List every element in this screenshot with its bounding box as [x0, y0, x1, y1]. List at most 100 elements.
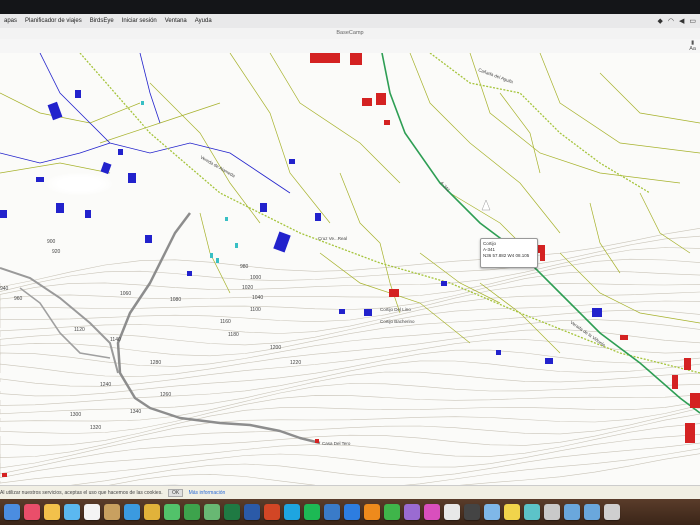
dock-facetime-icon[interactable] [184, 504, 200, 520]
contour-elevation-label: 1000 [250, 275, 261, 281]
contour-elevation-label: 1160 [220, 319, 231, 325]
menu-item-mapas[interactable]: apas [0, 18, 21, 24]
contour-elevation-label: 940 [0, 286, 9, 292]
map-view[interactable]: Cruz Ve...Real Cortijo Del Lino Cortijo … [0, 53, 700, 485]
dock-folder-icon[interactable] [564, 504, 580, 520]
contour-elevation-label: 1080 [170, 297, 181, 303]
contour-line [0, 228, 700, 288]
contour-line [0, 407, 700, 469]
dock-app2-icon[interactable] [444, 504, 460, 520]
dock-calendar-icon[interactable] [84, 504, 100, 520]
cookie-bar: Al utilizar nuestros servicios, aceptas … [0, 485, 700, 500]
dock-app-icon[interactable] [404, 504, 420, 520]
dock [0, 499, 700, 525]
place-label-cruz: Cruz Ve...Real [318, 236, 347, 241]
contour-elevation-label: 1340 [130, 409, 141, 415]
dock-dropbox-icon[interactable] [344, 504, 360, 520]
contour-line [0, 423, 700, 479]
dock-word-icon[interactable] [244, 504, 260, 520]
water-features [0, 53, 291, 194]
dock-app3-icon[interactable] [464, 504, 480, 520]
dock-safari-icon[interactable] [124, 504, 140, 520]
map-canvas[interactable]: Cruz Ve...Real Cortijo Del Lino Cortijo … [0, 53, 700, 485]
dock-chrome-icon[interactable] [144, 504, 160, 520]
contour-line [0, 247, 700, 301]
gps-track-branch-2[interactable] [19, 287, 111, 359]
map-labels: Cruz Ve...Real Cortijo Del Lino Cortijo … [200, 67, 607, 446]
contour-line [161, 453, 700, 485]
place-label-cortijo-lino: Cortijo Del Lino [380, 307, 411, 312]
contour-elevation-label: 1200 [270, 345, 281, 351]
contour-line [70, 442, 700, 485]
map-popup[interactable]: Cortijo A-341 N36 57.882 W4 08.105 [480, 238, 538, 268]
gps-track[interactable] [116, 212, 321, 445]
contour-elevation-label: 1120 [74, 327, 85, 333]
battery-icon[interactable]: ▭ [689, 17, 696, 25]
dock-vlc-icon[interactable] [364, 504, 380, 520]
dock-folder2-icon[interactable] [584, 504, 600, 520]
cookie-text: Al utilizar nuestros servicios, aceptas … [0, 490, 163, 496]
dock-skype-icon[interactable] [284, 504, 300, 520]
dock-finder-icon[interactable] [4, 504, 20, 520]
contour-line [108, 448, 700, 485]
dock-maps-icon[interactable] [204, 504, 220, 520]
contour-elevation-label: 920 [52, 249, 61, 255]
contour-elevation-label: 1300 [70, 412, 81, 418]
contour-elevation-label: 1020 [242, 285, 253, 291]
place-label-cortijo-bacherino: Cortijo Bacherino [380, 319, 415, 324]
contour-elevation-label: 1180 [228, 332, 239, 338]
contour-elevation-label: 1240 [100, 382, 111, 388]
place-label-canada-aguila: Cañada del Aguila [478, 67, 515, 84]
road-label-vereda-alameda: Vereda de Alameda [200, 155, 237, 179]
status-icons: ◆ ◠ ◀ ▭ [657, 14, 696, 28]
contour-elevation-label: 1100 [250, 307, 261, 313]
contour-line [0, 258, 700, 310]
dock-app5-icon[interactable] [504, 504, 520, 520]
dock-messages-icon[interactable] [164, 504, 180, 520]
text-size-label: Aa [689, 46, 696, 52]
dock-powerpoint-icon[interactable] [264, 504, 280, 520]
dock-music-icon[interactable] [24, 504, 40, 520]
dock-app6-icon[interactable] [524, 504, 540, 520]
contour-elevation-label: 960 [14, 296, 23, 302]
dock-evernote-icon[interactable] [384, 504, 400, 520]
popup-coords: N36 57.882 W4 08.105 [483, 253, 530, 258]
dock-spotify-icon[interactable] [304, 504, 320, 520]
dock-excel-icon[interactable] [224, 504, 240, 520]
cookie-more-link[interactable]: Más información [189, 490, 226, 496]
place-label-casa-tero: Casa Del Tero [322, 441, 351, 446]
toolbar: ▮ Aa [0, 39, 700, 54]
menu-item-planificador[interactable]: Planificador de viajes [21, 18, 86, 24]
dock-contacts-icon[interactable] [104, 504, 120, 520]
contour-elevation-label: 1040 [252, 295, 263, 301]
dock-app4-icon[interactable] [484, 504, 500, 520]
wifi-icon[interactable]: ◠ [668, 17, 674, 25]
menu-item-ventana[interactable]: Ventana [161, 18, 191, 24]
dropbox-icon[interactable]: ◆ [657, 17, 662, 25]
volume-icon[interactable]: ◀ [679, 17, 684, 25]
menu-item-iniciar-sesion[interactable]: Iniciar sesión [118, 18, 161, 24]
menu-item-birdseye[interactable]: BirdsEye [86, 18, 118, 24]
dock-photos-icon[interactable] [44, 504, 60, 520]
dashed-tracks [79, 53, 700, 374]
dock-mail-icon[interactable] [64, 504, 80, 520]
screen-bezel [0, 0, 700, 14]
road-label-a341: A-341 [439, 180, 451, 193]
cookie-ok-button[interactable]: OK [167, 489, 184, 497]
dock-trash-icon[interactable] [604, 504, 620, 520]
contour-elevation-label: 1260 [160, 392, 171, 398]
dock-app7-icon[interactable] [544, 504, 560, 520]
contour-elevation-label: 980 [240, 264, 249, 270]
contour-elevation-label: 1060 [120, 291, 131, 297]
menu-item-ayuda[interactable]: Ayuda [191, 18, 216, 24]
screen-glare [46, 173, 112, 195]
contour-elevation-label: 1140 [110, 337, 121, 343]
dock-basecamp-icon[interactable] [324, 504, 340, 520]
contour-line [0, 309, 700, 357]
text-size-button[interactable]: ▮ Aa [689, 40, 696, 52]
menu-bar: apas Planificador de viajes BirdsEye Ini… [0, 14, 700, 29]
road-a341[interactable] [381, 53, 700, 414]
contour-elevation-label: 1220 [290, 360, 301, 366]
contour-line [0, 283, 700, 328]
dock-itunes-icon[interactable] [424, 504, 440, 520]
